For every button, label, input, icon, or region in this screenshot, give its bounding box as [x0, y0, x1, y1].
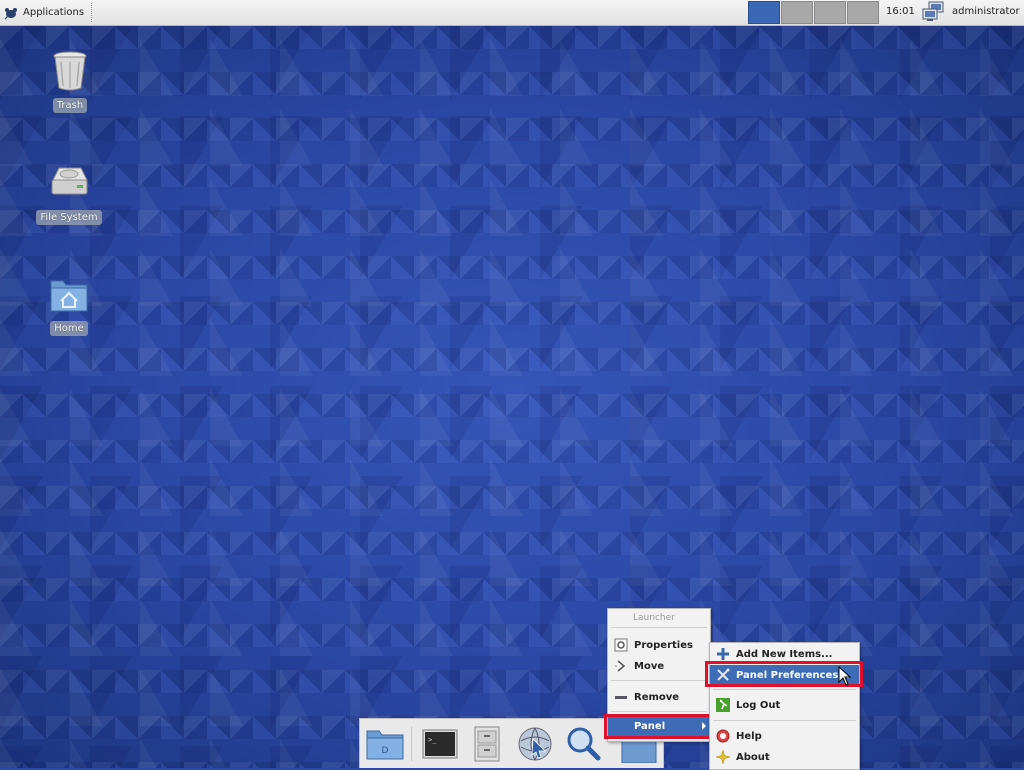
search-icon[interactable]: [563, 725, 603, 763]
mouse-cursor-icon: [838, 665, 852, 686]
menu-item-label: Panel Preferences...: [736, 669, 850, 681]
desktop-icon-trash[interactable]: Trash: [30, 50, 110, 113]
menu-item-panel-preferences[interactable]: Panel Preferences...: [710, 665, 859, 685]
web-browser-icon[interactable]: [515, 725, 555, 763]
panel-submenu: Add New Items... Panel Preferences... Lo…: [709, 642, 860, 770]
remove-icon: [614, 690, 628, 704]
applications-menu-button[interactable]: Applications: [4, 3, 90, 22]
add-icon: [716, 647, 730, 661]
clock[interactable]: 16:01: [886, 6, 915, 17]
folder-icon[interactable]: D: [365, 725, 405, 763]
desktop-icon-file-system[interactable]: File System: [29, 162, 109, 225]
workspace-switcher[interactable]: [748, 1, 879, 24]
about-star-icon: [715, 749, 731, 765]
workspace-1-button[interactable]: [748, 1, 780, 24]
workspace-2-button[interactable]: [781, 1, 813, 24]
terminal-icon[interactable]: >_: [420, 725, 460, 763]
menu-item-log-out[interactable]: Log Out: [710, 695, 859, 715]
menu-title: Launcher: [633, 613, 675, 623]
menu-separator: [611, 680, 707, 681]
menu-separator: [713, 720, 856, 721]
user-menu[interactable]: administrator: [952, 6, 1020, 17]
preferences-tools-icon: [716, 668, 730, 682]
menu-item-label: Move: [634, 660, 665, 672]
applications-label: Applications: [23, 7, 85, 18]
desktop-icon-home[interactable]: Home: [29, 273, 109, 336]
menu-item-label: About: [736, 751, 770, 763]
menu-item-properties[interactable]: Properties: [608, 635, 710, 655]
dock-separator: [411, 727, 412, 761]
file-manager-icon[interactable]: [467, 725, 507, 763]
menu-item-label: Add New Items...: [736, 648, 833, 660]
xfce-mouse-icon: [4, 6, 18, 20]
trash-icon: [50, 50, 90, 92]
menu-item-label: Log Out: [736, 699, 781, 711]
menu-item-remove[interactable]: Remove: [608, 687, 710, 707]
menu-item-label: Properties: [634, 639, 693, 651]
workspace-3-button[interactable]: [814, 1, 846, 24]
menu-item-label: Help: [736, 730, 762, 742]
properties-icon: [614, 638, 628, 652]
top-panel: Applications 16:01 administrator: [0, 0, 1024, 26]
menu-item-help[interactable]: Help: [710, 726, 859, 746]
log-out-icon: [716, 698, 730, 712]
svg-text:D: D: [382, 746, 389, 756]
menu-item-label: Remove: [634, 691, 680, 703]
desktop-icon-label: Home: [50, 321, 88, 336]
launcher-context-menu: Launcher Properties Move Remove Panel: [607, 608, 711, 742]
menu-item-about[interactable]: About: [710, 747, 859, 767]
submenu-arrow-icon: [702, 722, 706, 730]
move-icon: [614, 659, 628, 673]
desktop-wallpaper: [0, 26, 1024, 768]
workspace-4-button[interactable]: [847, 1, 879, 24]
menu-item-panel[interactable]: Panel: [608, 716, 710, 736]
desktop-icon-label: Trash: [52, 98, 88, 113]
svg-text:>_: >_: [428, 736, 437, 744]
menu-separator: [713, 689, 856, 690]
help-icon: [716, 729, 730, 743]
menu-item-label: Panel: [634, 720, 666, 732]
desktop-icon-label: File System: [36, 210, 102, 225]
hard-drive-icon: [49, 162, 89, 204]
menu-separator: [611, 711, 707, 712]
panel-submenu-spacer: [614, 719, 628, 733]
menu-separator: [611, 627, 707, 628]
panel-separator: [91, 3, 92, 22]
menu-item-move[interactable]: Move: [608, 656, 710, 676]
home-folder-icon: [49, 273, 89, 315]
network-icon[interactable]: [921, 1, 945, 23]
menu-item-add-new-items[interactable]: Add New Items...: [710, 644, 859, 664]
